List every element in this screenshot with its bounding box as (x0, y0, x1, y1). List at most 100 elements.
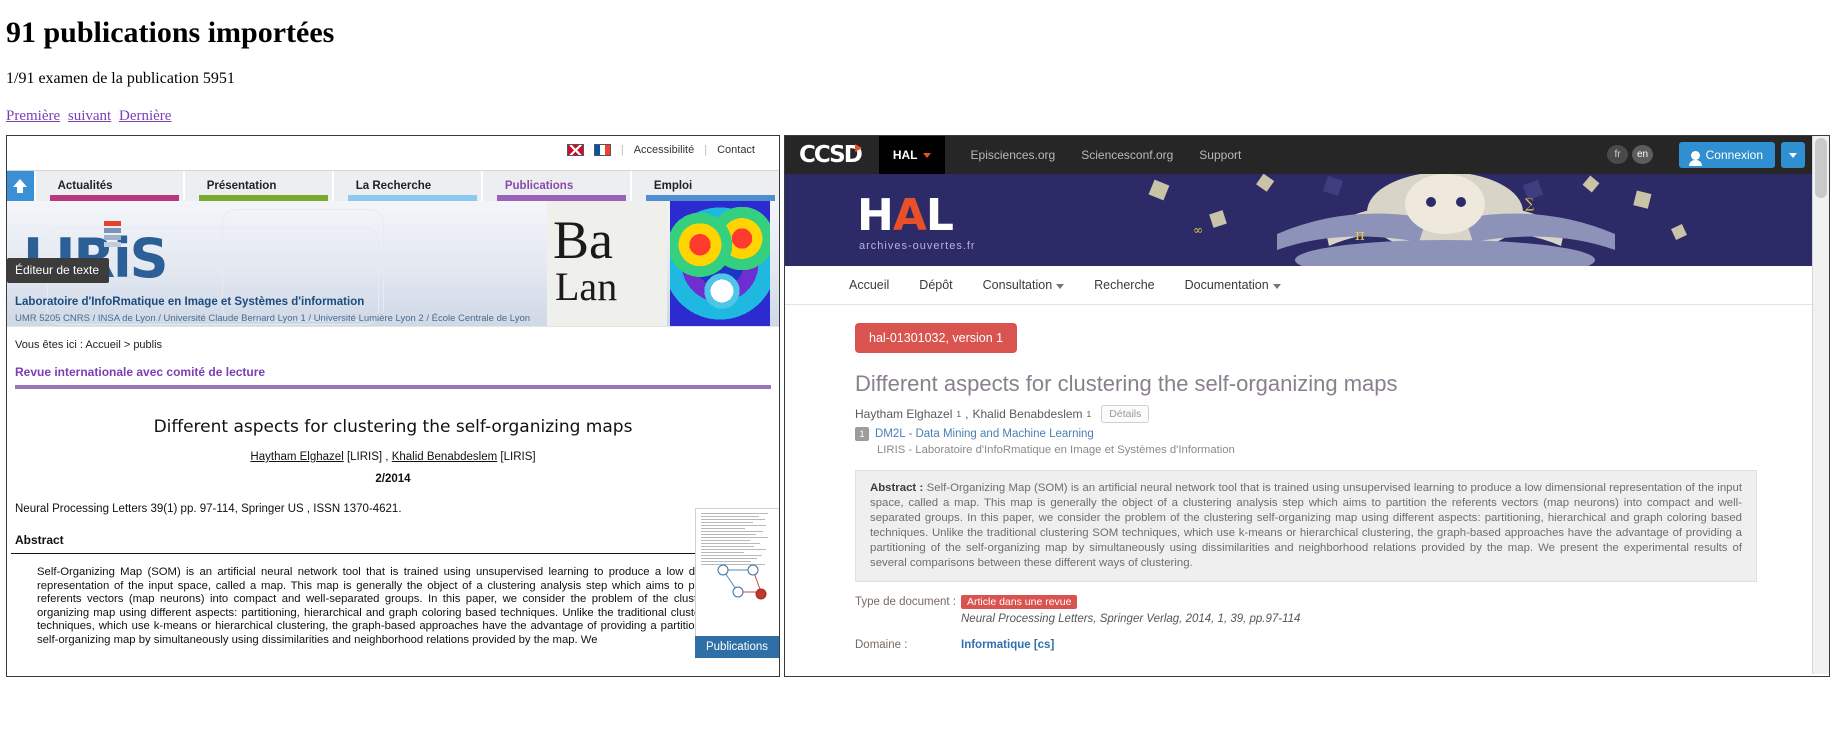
chevron-down-icon (1789, 152, 1797, 158)
nav-item-recherche[interactable]: La Recherche (331, 171, 481, 201)
ccsd-logo-text: CCSD (799, 142, 863, 168)
nav-label: Emploi (653, 180, 693, 192)
flag-fr-icon[interactable] (593, 144, 611, 156)
link-support[interactable]: Support (1199, 148, 1241, 162)
ccsd-logo-arrow-icon (854, 144, 862, 152)
hal-nav-consultation[interactable]: Consultation (983, 278, 1065, 292)
hal-nav-recherche[interactable]: Recherche (1094, 278, 1154, 292)
section-heading: Revue internationale avec comité de lect… (15, 365, 266, 379)
record-author-1[interactable]: Haytham Elghazel (855, 407, 952, 421)
accessibility-link[interactable]: Accessibilité (634, 144, 695, 156)
login-dropdown-button[interactable] (1781, 142, 1805, 168)
hal-hero-illustration-icon: π ∑ ∞ (1148, 174, 1687, 266)
pager-first[interactable]: Première (6, 108, 60, 124)
publication-reference: Neural Processing Letters 39(1) pp. 97-1… (15, 503, 402, 515)
hal-menu-label: HAL (892, 148, 918, 162)
record-abstract-box: Abstract : Self-Organizing Map (SOM) is … (855, 470, 1757, 582)
author-link-1[interactable]: Haytham Elghazel (250, 451, 343, 463)
pager-next[interactable]: suivant (68, 108, 111, 124)
contact-link[interactable]: Contact (717, 144, 755, 156)
hal-nav-label: Consultation (982, 278, 1053, 292)
ccsd-logo[interactable]: CCSD (799, 142, 863, 168)
hal-logo: HAL (857, 190, 954, 241)
liris-banner: LIRiS Laboratoire d'InfoRmatique en Imag… (7, 201, 779, 326)
import-report: 91 publications importées 1/91 examen de… (0, 0, 1834, 125)
ccsd-topbar: CCSD HAL Episciences.org Sciencesconf.or… (785, 136, 1813, 174)
affiliation-number: 1 (855, 427, 869, 441)
author-link-2[interactable]: Khalid Benabdeslem (392, 451, 498, 463)
lang-fr-button[interactable]: fr (1607, 145, 1628, 164)
nav-item-presentation[interactable]: Présentation (182, 171, 332, 201)
nav-item-emploi[interactable]: Emploi (629, 171, 779, 201)
abstract-heading: Abstract (15, 533, 64, 547)
details-button[interactable]: Détails (1101, 405, 1150, 423)
abstract-rule (11, 553, 775, 554)
svg-text:∞: ∞ (1193, 223, 1203, 237)
liris-frame: | Accessibilité | Contact Actualités Pré… (6, 135, 780, 677)
meta-doctype: Type de document : Article dans une revu… (855, 595, 1757, 625)
hal-nav-documentation[interactable]: Documentation (1185, 278, 1281, 292)
record-authors: Haytham Elghazel 1, Khalid Benabdeslem 1 D… (855, 405, 1757, 423)
author-separator: , (965, 407, 969, 421)
chevron-down-icon (1272, 284, 1281, 289)
banner-image-thermal (670, 201, 770, 326)
home-arrow-icon (13, 179, 28, 193)
publication-date: 2/2014 (375, 473, 411, 485)
liris-topbar: | Accessibilité | Contact (7, 136, 779, 170)
meta-doctype-label: Type de document : (855, 596, 957, 608)
divider: | (620, 144, 624, 156)
link-episciences[interactable]: Episciences.org (971, 148, 1056, 162)
hal-vertical-scrollbar[interactable] (1812, 136, 1829, 674)
record-author-2[interactable]: Khalid Benabdeslem (972, 407, 1082, 421)
breadcrumb: Vous êtes ici : Accueil > publis (7, 326, 779, 361)
chevron-down-icon (1056, 284, 1065, 289)
liris-main-nav: Actualités Présentation La Recherche Pub… (7, 170, 779, 201)
hal-nav-label: Documentation (1184, 278, 1269, 292)
hal-menu-button[interactable]: HAL (878, 136, 945, 174)
login-button[interactable]: Connexion (1678, 142, 1775, 168)
home-button[interactable] (7, 171, 34, 201)
author-separator: , (382, 451, 392, 463)
author-affiliation-2: [LIRIS] (500, 451, 536, 463)
lang-en-button[interactable]: en (1632, 145, 1653, 164)
tooltip-editeur-de-texte: Éditeur de texte (7, 258, 110, 283)
chevron-down-icon (922, 152, 931, 158)
domain-link[interactable]: Informatique [cs] (961, 639, 1054, 651)
banner-image-manuscript: Ba Lan (547, 201, 667, 326)
hal-frame: CCSD HAL Episciences.org Sciencesconf.or… (784, 135, 1830, 677)
page-title: 91 publications importées (6, 16, 335, 49)
doctype-reference: Neural Processing Letters, Springer Verl… (961, 613, 1301, 625)
meta-domain-label: Domaine : (855, 639, 908, 651)
abstract-text: Self-Organizing Map (SOM) is an artifici… (37, 566, 749, 646)
nav-item-actualites[interactable]: Actualités (33, 171, 183, 201)
svg-text:∑: ∑ (1525, 197, 1535, 212)
record-id-badge[interactable]: hal-01301032, version 1 (855, 323, 1018, 353)
abstract-label: Abstract (870, 482, 917, 494)
divider: | (704, 144, 708, 156)
pager-last[interactable]: Dernière (119, 108, 171, 124)
nav-label: La Recherche (355, 180, 432, 192)
abstract-text: Self-Organizing Map (SOM) is an artifici… (870, 482, 1743, 569)
login-label: Connexion (1705, 148, 1763, 162)
publication-authors: Haytham Elghazel [LIRIS] , Khalid Benabd… (7, 451, 779, 463)
svg-text:π: π (1355, 226, 1365, 244)
hal-logo-text: HAL (857, 190, 954, 241)
nav-label: Publications (504, 180, 574, 192)
pager: Première suivant Dernière (6, 108, 1828, 125)
meta-domain: Domaine : Informatique [cs] (855, 639, 1757, 651)
flag-en-icon[interactable] (566, 144, 584, 156)
hal-nav-accueil[interactable]: Accueil (849, 278, 889, 292)
review-counter: 1/91 examen de la publication 5951 (6, 70, 235, 87)
nav-label: Présentation (206, 180, 277, 192)
nav-item-publications[interactable]: Publications (480, 171, 630, 201)
hal-nav-depot[interactable]: Dépôt (919, 278, 952, 292)
author-sup-2: 1 (1086, 409, 1092, 419)
hal-tagline: archives-ouvertes.fr (859, 240, 976, 252)
section-rule (15, 385, 771, 389)
link-sciencesconf[interactable]: Sciencesconf.org (1081, 148, 1173, 162)
hal-page: CCSD HAL Episciences.org Sciencesconf.or… (785, 136, 1813, 674)
scrollbar-thumb[interactable] (1815, 138, 1827, 198)
affiliation-row[interactable]: 1 DM2L - Data Mining and Machine Learnin… (855, 427, 1757, 441)
thumbnail-graph-icon (717, 564, 767, 600)
record-title: Different aspects for clustering the sel… (855, 371, 1398, 396)
